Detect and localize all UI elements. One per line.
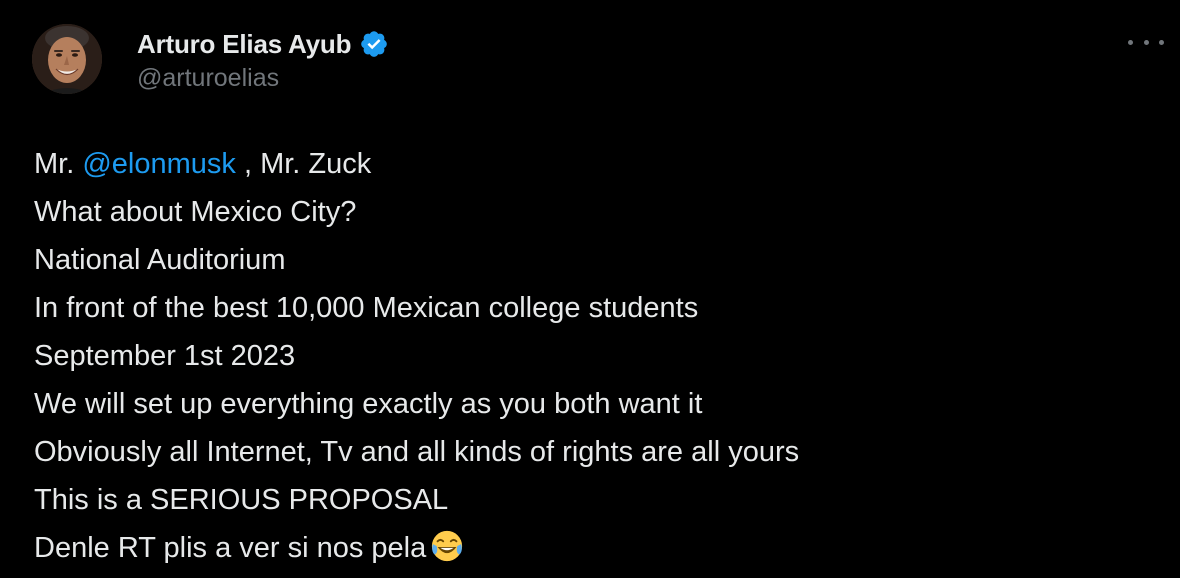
tweet[interactable]: Arturo Elias Ayub @arturoelias Mr. @elon… bbox=[0, 0, 1180, 572]
tweet-last-line-text: Denle RT plis a ver si nos pela bbox=[34, 532, 427, 564]
avatar-photo-icon bbox=[32, 24, 102, 94]
tweet-line: Denle RT plis a ver si nos pela bbox=[34, 524, 1144, 572]
tweet-text-suffix: , Mr. Zuck bbox=[235, 148, 372, 180]
tweet-line: In front of the best 10,000 Mexican coll… bbox=[34, 292, 699, 324]
author-display-name[interactable]: Arturo Elias Ayub bbox=[137, 29, 351, 60]
face-with-tears-of-joy-icon bbox=[430, 529, 464, 563]
more-icon-dot bbox=[1128, 39, 1133, 45]
verified-badge-icon[interactable] bbox=[359, 29, 389, 59]
author-handle[interactable]: @arturoelias bbox=[137, 64, 279, 93]
tweet-line: Obviously all Internet, Tv and all kinds… bbox=[34, 436, 800, 468]
tweet-text-prefix: Mr. bbox=[34, 148, 83, 180]
author-name-row[interactable]: Arturo Elias Ayub bbox=[137, 26, 389, 62]
tweet-text: Mr. @elonmusk , Mr. Zuck What about Mexi… bbox=[34, 140, 1144, 572]
more-options-button[interactable] bbox=[1128, 30, 1164, 54]
tweet-line: September 1st 2023 bbox=[34, 340, 296, 372]
mention-link[interactable]: @elonmusk bbox=[82, 148, 236, 180]
tweet-line: National Auditorium bbox=[34, 244, 286, 276]
tweet-line: We will set up everything exactly as you… bbox=[34, 388, 703, 420]
more-icon-dot bbox=[1159, 39, 1164, 45]
avatar[interactable] bbox=[32, 24, 102, 94]
tweet-line: Mr. @elonmusk , Mr. Zuck bbox=[34, 140, 1144, 188]
tweet-line: This is a SERIOUS PROPOSAL bbox=[34, 484, 449, 516]
more-icon-dot bbox=[1143, 39, 1149, 45]
tweet-line: What about Mexico City? bbox=[34, 196, 357, 228]
